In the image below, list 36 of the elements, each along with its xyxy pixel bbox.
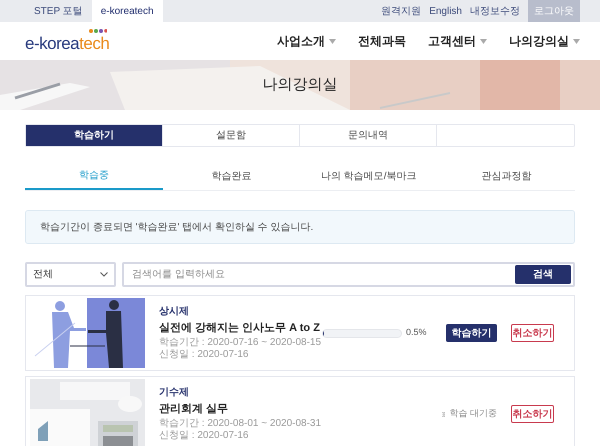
nav-menu-item[interactable]: 나의강의실: [509, 32, 580, 50]
filter-dropdown[interactable]: 전체: [25, 262, 116, 287]
sub-tab[interactable]: 학습완료: [162, 162, 300, 190]
main-tab[interactable]: 설문함: [163, 125, 300, 146]
nav-menu-item[interactable]: 전체과목: [358, 32, 406, 50]
course-period: 학습기간 : 2020-07-16 ~ 2020-08-15: [159, 336, 322, 348]
main-tab[interactable]: 문의내역: [300, 125, 437, 146]
course-period: 학습기간 : 2020-08-01 ~ 2020-08-31: [159, 418, 322, 430]
course-title[interactable]: 실전에 강해지는 인사노무 A to Z: [159, 322, 322, 334]
search-field[interactable]: 검색어를 입력하세요 검색: [122, 262, 575, 287]
dots-icon: [89, 28, 108, 32]
logo[interactable]: e-koreatech: [25, 30, 110, 52]
nav-menu-item[interactable]: 사업소개: [277, 32, 336, 50]
waiting-status: 학습 대기중: [449, 407, 497, 420]
page-title: 나의강의실: [262, 74, 338, 95]
site-tab[interactable]: STEP 포털: [25, 0, 92, 22]
top-link[interactable]: 원격지원: [381, 4, 422, 18]
top-link[interactable]: 내정보수정: [470, 4, 520, 18]
study-button[interactable]: 학습하기: [446, 324, 497, 342]
course-applied-date: 신청일 : 2020-07-16: [159, 348, 250, 360]
course-title[interactable]: 관리회계 실무: [159, 402, 339, 414]
progress-reading: 0.5%: [406, 326, 428, 340]
chevron-down-icon: [100, 272, 108, 277]
nav-menu-item[interactable]: 고객센터: [428, 32, 487, 50]
top-link[interactable]: English: [429, 4, 462, 18]
cancel-button[interactable]: 취소하기: [511, 324, 554, 342]
course-applied-date: 신청일 : 2020-07-16: [159, 430, 250, 442]
sub-tab[interactable]: 나의 학습메모/북마크: [300, 162, 438, 190]
course-type: 상시제: [159, 306, 190, 318]
search-button[interactable]: 검색: [515, 265, 571, 284]
sub-tab[interactable]: 관심과정함: [438, 162, 575, 190]
cancel-button[interactable]: 취소하기: [511, 405, 554, 423]
main-tab[interactable]: 학습하기: [26, 125, 163, 146]
notice-text: 학습기간이 종료되면 '학습완료' 탭에서 확인하실 수 있습니다.: [40, 220, 314, 234]
site-tab[interactable]: e-koreatech: [92, 0, 163, 22]
course-type: 기수제: [159, 386, 190, 398]
